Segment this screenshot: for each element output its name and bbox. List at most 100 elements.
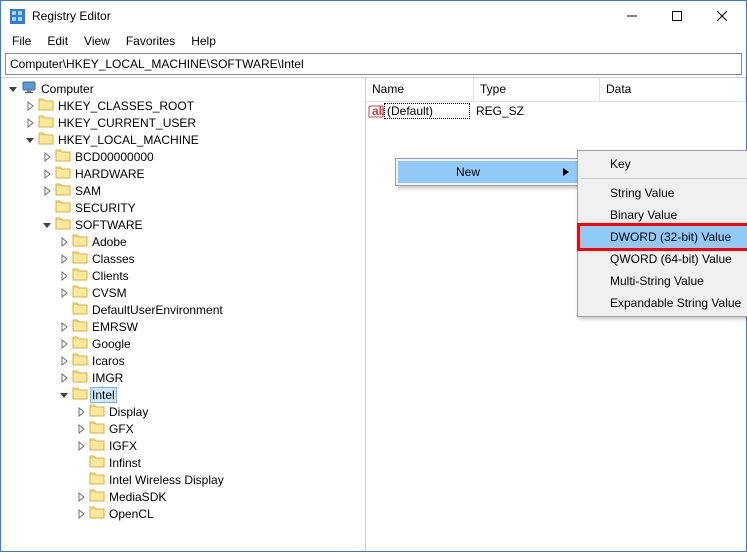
tree-item[interactable]: SECURITY bbox=[1, 199, 365, 216]
chevron-right-icon[interactable] bbox=[22, 98, 38, 114]
menu-help[interactable]: Help bbox=[184, 32, 223, 50]
context-item-binary-value[interactable]: Binary Value bbox=[580, 204, 747, 226]
column-data[interactable]: Data bbox=[600, 78, 746, 101]
folder-icon bbox=[38, 131, 56, 148]
tree-item[interactable]: Intel Wireless Display bbox=[1, 471, 365, 488]
tree-item[interactable]: HARDWARE bbox=[1, 165, 365, 182]
tree-item[interactable]: Infinst bbox=[1, 454, 365, 471]
list-row[interactable]: ab (Default) REG_SZ bbox=[366, 102, 746, 120]
tree-item[interactable]: Icaros bbox=[1, 352, 365, 369]
folder-icon bbox=[89, 437, 107, 454]
tree-item[interactable]: OpenCL bbox=[1, 505, 365, 522]
maximize-button[interactable] bbox=[654, 2, 699, 30]
chevron-right-icon[interactable] bbox=[56, 353, 72, 369]
address-bar[interactable]: Computer\HKEY_LOCAL_MACHINE\SOFTWARE\Int… bbox=[5, 53, 742, 75]
folder-icon bbox=[72, 318, 90, 335]
close-button[interactable] bbox=[699, 2, 744, 30]
chevron-down-icon[interactable] bbox=[5, 81, 21, 97]
chevron-right-icon[interactable] bbox=[56, 251, 72, 267]
tree-item-label: Icaros bbox=[90, 354, 127, 368]
chevron-down-icon[interactable] bbox=[56, 387, 72, 403]
tree-item[interactable]: Classes bbox=[1, 250, 365, 267]
chevron-right-icon[interactable] bbox=[56, 234, 72, 250]
tree-item[interactable]: BCD00000000 bbox=[1, 148, 365, 165]
context-item-expandablestring-value[interactable]: Expandable String Value bbox=[580, 292, 747, 314]
chevron-right-icon[interactable] bbox=[73, 421, 89, 437]
tree-item[interactable]: DefaultUserEnvironment bbox=[1, 301, 365, 318]
tree-item[interactable]: MediaSDK bbox=[1, 488, 365, 505]
tree-item[interactable]: Adobe bbox=[1, 233, 365, 250]
context-item-multistring-value[interactable]: Multi-String Value bbox=[580, 270, 747, 292]
spacer bbox=[39, 200, 55, 216]
chevron-right-icon bbox=[563, 165, 569, 179]
tree-item[interactable]: Clients bbox=[1, 267, 365, 284]
tree-item-label: DefaultUserEnvironment bbox=[90, 303, 225, 317]
spacer bbox=[73, 455, 89, 471]
chevron-right-icon[interactable] bbox=[22, 115, 38, 131]
tree-item[interactable]: HKEY_CLASSES_ROOT bbox=[1, 97, 365, 114]
context-item-key[interactable]: Key bbox=[580, 153, 747, 175]
context-submenu-new: Key String Value Binary Value DWORD (32-… bbox=[577, 150, 747, 317]
tree-item[interactable]: IMGR bbox=[1, 369, 365, 386]
folder-icon bbox=[72, 250, 90, 267]
tree-pane[interactable]: ComputerHKEY_CLASSES_ROOTHKEY_CURRENT_US… bbox=[1, 78, 366, 551]
folder-icon bbox=[38, 114, 56, 131]
chevron-down-icon[interactable] bbox=[22, 132, 38, 148]
context-menu-new[interactable]: New bbox=[398, 161, 577, 183]
list-pane[interactable]: Name Type Data ab (Default) REG_SZ New K… bbox=[366, 78, 746, 551]
spacer bbox=[73, 472, 89, 488]
tree-item[interactable]: CVSM bbox=[1, 284, 365, 301]
chevron-right-icon[interactable] bbox=[73, 506, 89, 522]
menu-edit[interactable]: Edit bbox=[40, 32, 75, 50]
chevron-right-icon[interactable] bbox=[73, 404, 89, 420]
tree-item-label: EMRSW bbox=[90, 320, 140, 334]
tree-item[interactable]: SAM bbox=[1, 182, 365, 199]
title-bar: Registry Editor bbox=[1, 1, 746, 31]
folder-icon bbox=[55, 182, 73, 199]
tree-item[interactable]: EMRSW bbox=[1, 318, 365, 335]
menu-file[interactable]: File bbox=[5, 32, 38, 50]
value-name: (Default) bbox=[384, 103, 470, 119]
column-type[interactable]: Type bbox=[474, 78, 600, 101]
chevron-right-icon[interactable] bbox=[56, 268, 72, 284]
chevron-right-icon[interactable] bbox=[56, 285, 72, 301]
tree-item-label: OpenCL bbox=[107, 507, 156, 521]
tree-item[interactable]: Intel bbox=[1, 386, 365, 403]
tree-item-label: HARDWARE bbox=[73, 167, 147, 181]
context-item-qword-value[interactable]: QWORD (64-bit) Value bbox=[580, 248, 747, 270]
tree-item[interactable]: SOFTWARE bbox=[1, 216, 365, 233]
folder-icon bbox=[55, 199, 73, 216]
chevron-right-icon[interactable] bbox=[73, 438, 89, 454]
chevron-down-icon[interactable] bbox=[39, 217, 55, 233]
context-item-dword-value[interactable]: DWORD (32-bit) Value bbox=[580, 226, 747, 248]
tree-item-label: Infinst bbox=[107, 456, 143, 470]
folder-icon bbox=[72, 352, 90, 369]
chevron-right-icon[interactable] bbox=[39, 166, 55, 182]
folder-icon bbox=[55, 165, 73, 182]
folder-icon bbox=[89, 505, 107, 522]
chevron-right-icon[interactable] bbox=[39, 183, 55, 199]
tree-item[interactable]: HKEY_LOCAL_MACHINE bbox=[1, 131, 365, 148]
tree-item-label: Intel bbox=[90, 387, 117, 403]
svg-text:ab: ab bbox=[372, 104, 384, 118]
tree-item[interactable]: HKEY_CURRENT_USER bbox=[1, 114, 365, 131]
column-name[interactable]: Name bbox=[366, 78, 474, 101]
folder-icon bbox=[72, 386, 90, 403]
context-item-string-value[interactable]: String Value bbox=[580, 182, 747, 204]
tree-item[interactable]: Computer bbox=[1, 80, 365, 97]
minimize-button[interactable] bbox=[609, 2, 654, 30]
chevron-right-icon[interactable] bbox=[39, 149, 55, 165]
menu-favorites[interactable]: Favorites bbox=[119, 32, 182, 50]
chevron-right-icon[interactable] bbox=[56, 319, 72, 335]
tree-item[interactable]: GFX bbox=[1, 420, 365, 437]
tree-item[interactable]: Google bbox=[1, 335, 365, 352]
tree-item[interactable]: Display bbox=[1, 403, 365, 420]
window-title: Registry Editor bbox=[32, 9, 609, 23]
tree-item[interactable]: IGFX bbox=[1, 437, 365, 454]
chevron-right-icon[interactable] bbox=[73, 489, 89, 505]
chevron-right-icon[interactable] bbox=[56, 336, 72, 352]
menu-view[interactable]: View bbox=[77, 32, 117, 50]
folder-icon bbox=[89, 420, 107, 437]
folder-icon bbox=[38, 97, 56, 114]
chevron-right-icon[interactable] bbox=[56, 370, 72, 386]
